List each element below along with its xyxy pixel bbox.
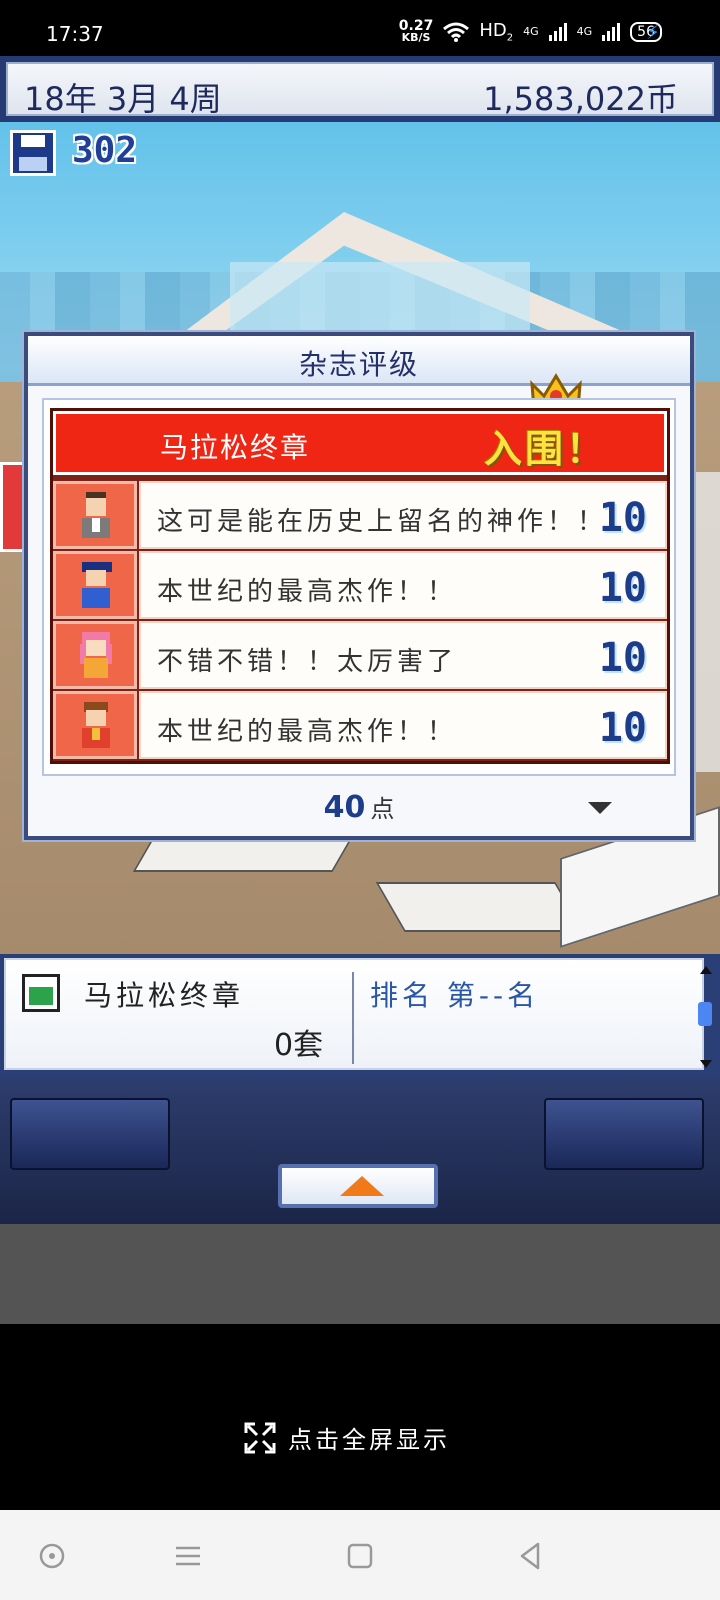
review-comment: 本世纪的最高杰作！！ [157,717,458,747]
fullscreen-label: 点击全屏显示 [288,1426,450,1454]
info-sales: 0套 [274,1028,324,1063]
scroll-thumb[interactable] [698,1002,712,1026]
reviewer-avatar [80,632,112,678]
expand-menu-button[interactable] [278,1164,438,1208]
network-speed: 0.27 KB/S [399,19,434,44]
game-header: 18年 3月 4周 1,583,022币 [0,56,720,122]
fullscreen-button[interactable]: 点击全屏显示 [244,1420,450,1455]
avatar-cell [53,551,137,619]
rating-list-frame: 马拉松终章 入围！ 这可是能在历史上留名的神作！！ 10 本世纪的最高杰作！！ … [42,398,676,776]
assistant-icon[interactable] [36,1540,68,1572]
header-box: 18年 3月 4周 1,583,022币 [6,62,714,118]
info-box: 马拉松终章 0套 排名 第--名 [4,958,704,1070]
rated-game-name: 马拉松终章 [160,431,311,464]
letterbox-gray [0,1224,720,1324]
avatar-cell [53,621,137,689]
save-count: 302 [72,130,138,171]
info-rank: 排名 第--名 [370,979,540,1012]
reviewer-avatar [82,492,110,538]
back-icon[interactable] [514,1540,546,1572]
review-score: 10 [598,705,647,751]
review-row: 本世纪的最高杰作！！ 10 [53,691,667,759]
total-score-row: 40 点 [28,780,690,836]
comment-cell: 本世纪的最高杰作！！ 10 [139,551,667,619]
clock: 17:37 [46,22,104,46]
next-arrow-icon[interactable] [588,802,612,814]
system-nav-bar [0,1510,720,1600]
left-menu-button[interactable] [10,1098,170,1170]
avatar-cell [53,481,137,549]
rating-list: 马拉松终章 入围！ 这可是能在历史上留名的神作！！ 10 本世纪的最高杰作！！ … [50,408,670,764]
comment-cell: 本世纪的最高杰作！！ 10 [139,691,667,759]
signal-bars-icon-2 [602,22,621,41]
home-icon[interactable] [344,1540,376,1572]
wifi-icon [443,22,470,42]
game-scene[interactable]: 302 杂志评级 马拉松终章 入围！ 这可是能在历史上留名的神作！！ 10 本世… [0,122,720,954]
signal-bars-icon [548,22,567,41]
signal-icon-2: 4G [576,25,593,39]
control-bar [0,1078,720,1224]
reviewer-avatar [82,562,112,608]
review-row: 不错不错！！太厉害了 10 [53,621,667,689]
charging-icon: ⚡ [645,20,660,44]
review-row: 本世纪的最高杰作！！ 10 [53,551,667,619]
game-date: 18年 3月 4周 [24,80,222,118]
game-title-row: 马拉松终章 入围！ [53,411,667,475]
review-comment: 不错不错！！太厉害了 [157,647,458,677]
up-arrow-icon [340,1176,384,1196]
info-scrollbar[interactable] [696,966,714,1070]
scroll-up-arrow-icon[interactable] [700,966,712,974]
status-bar: 17:37 0.27 KB/S HD2 4G 4G 56 ⚡ [0,0,720,56]
review-comment: 这可是能在历史上留名的神作！！ [157,507,608,537]
nominated-label: 入围！ [484,427,608,471]
total-score: 40 [323,790,366,825]
review-row: 这可是能在历史上留名的神作！！ 10 [53,481,667,549]
right-menu-button[interactable] [544,1098,704,1170]
fullscreen-icon [244,1422,276,1453]
hd-indicator: HD2 [479,20,514,44]
dialog-title: 杂志评级 [298,348,419,381]
money-display: 1,583,022币 [483,80,678,118]
reviewer-avatar [82,702,110,748]
signal-icon-1: 4G [523,25,539,39]
comment-cell: 不错不错！！太厉害了 10 [139,621,667,689]
dialog-title-bar: 杂志评级 [28,336,690,386]
scroll-down-arrow-icon[interactable] [700,1060,712,1068]
network-speed-unit: KB/S [401,30,431,44]
game-cartridge-icon [22,974,60,1012]
magazine-rating-dialog[interactable]: 杂志评级 马拉松终章 入围！ 这可是能在历史上留名的神作！！ 10 本世纪的最高… [24,332,694,840]
save-icon[interactable] [10,130,56,176]
side-shelf [690,472,720,772]
review-score: 10 [598,635,647,681]
info-divider [352,972,354,1064]
info-game-name: 马拉松终章 [84,979,245,1012]
avatar-cell [53,691,137,759]
vending-machine [0,462,26,552]
review-score: 10 [598,565,647,611]
letterbox-black: 点击全屏显示 [0,1324,720,1510]
status-icons: 0.27 KB/S HD2 4G 4G 56 [399,19,662,44]
review-score: 10 [598,495,647,541]
desk-2 [375,882,585,932]
comment-cell: 这可是能在历史上留名的神作！！ 10 [139,481,667,549]
game-info-panel: 马拉松终章 0套 排名 第--名 [0,954,720,1078]
review-comment: 本世纪的最高杰作！！ [157,577,458,607]
total-score-unit: 点 [370,795,395,823]
menu-icon[interactable] [172,1540,204,1572]
